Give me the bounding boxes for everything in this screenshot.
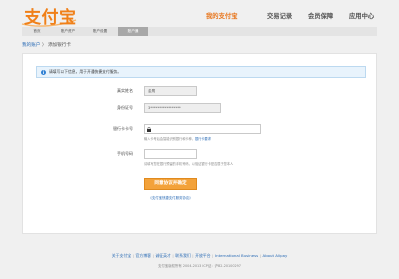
sub-nav-settings[interactable]: 账户设置 [84, 27, 116, 36]
footer-separator: | [172, 253, 174, 258]
phone-hint: 请填写您在银行预留的手机号码，以验证银行卡是否属于您本人 [144, 162, 234, 166]
footer-links: 关于支付宝 | 官方博客 | 诚征英才 | 联系我们 | 开放平台 | International … [0, 253, 399, 259]
card-number-label: 银行卡卡号 [113, 126, 133, 131]
page: 支付宝 我的支付宝 交易记录 会员保障 应用中心 首页 账户资产 账户设置 账户… [0, 0, 399, 279]
top-nav-member-protection[interactable]: 会员保障 [308, 11, 333, 20]
footer-link-about[interactable]: 关于支付宝 [112, 253, 131, 258]
add-bank-card-panel: i 请填写以下信息，用于开通快捷支付服务。 真实姓名 金鹰 身份证号 3****… [22, 53, 377, 234]
agree-and-confirm-button[interactable]: 同意协议并确定 [144, 178, 197, 190]
breadcrumb-current: 添加银行卡 [47, 43, 71, 48]
top-nav-my-alipay[interactable]: 我的支付宝 [206, 11, 237, 20]
card-number-hint-text: 输入卡号后会智能识别银行和卡种， [144, 137, 195, 141]
header: 支付宝 我的支付宝 交易记录 会员保障 应用中心 [0, 0, 399, 28]
footer-separator: | [152, 253, 154, 258]
footer-link-careers[interactable]: 诚征英才 [155, 253, 171, 258]
phone-input[interactable] [144, 149, 197, 159]
sub-nav-assets[interactable]: 账户资产 [52, 27, 84, 36]
top-nav-transactions[interactable]: 交易记录 [267, 11, 292, 20]
copyright: 支付宝版权所有 2004-2013 ICP证：沪B2-20100297 [158, 264, 241, 268]
top-nav-app-center[interactable]: 应用中心 [349, 11, 374, 20]
breadcrumb-separator: 〉 [41, 43, 47, 48]
sub-nav: 首页 账户资产 账户设置 账户通 [22, 27, 377, 36]
name-field: 金鹰 [144, 86, 197, 96]
footer-separator: | [212, 253, 214, 258]
footer-link-blog[interactable]: 官方博客 [135, 253, 151, 258]
footer-link-open-platform[interactable]: 开放平台 [195, 253, 211, 258]
bank-card-requirements-link[interactable]: 银行卡要求 [195, 137, 211, 141]
breadcrumb: 我的账户 〉 添加银行卡 [22, 42, 71, 48]
sub-nav-home[interactable]: 首页 [22, 27, 52, 36]
breadcrumb-my-account[interactable]: 我的账户 [22, 43, 40, 48]
id-number-field: 3***************** [144, 103, 221, 113]
card-number-input[interactable] [144, 124, 261, 134]
footer-separator: | [192, 253, 194, 258]
footer-link-international[interactable]: International Business [215, 253, 258, 258]
lock-icon [147, 127, 151, 132]
alipay-logo[interactable]: 支付宝 [24, 3, 77, 28]
sub-nav-account-link[interactable]: 账户通 [118, 27, 148, 36]
phone-label: 手机号码 [117, 151, 133, 156]
name-label: 真实姓名 [117, 88, 133, 93]
notice-text: 请填写以下信息，用于开通快捷支付服务。 [49, 69, 122, 74]
info-icon: i [41, 69, 46, 75]
notice-bar: i 请填写以下信息，用于开通快捷支付服务。 [36, 66, 366, 78]
service-agreement-link[interactable]: 《支付宝快捷支付服务协议》 [144, 195, 197, 200]
footer-link-about-alipay[interactable]: About Alipay [263, 253, 288, 258]
id-number-label: 身份证号 [117, 105, 133, 110]
footer-separator: | [132, 253, 134, 258]
footer-link-contact[interactable]: 联系我们 [175, 253, 191, 258]
card-number-hint: 输入卡号后会智能识别银行和卡种，银行卡要求 [144, 136, 211, 141]
footer-separator: | [259, 253, 262, 258]
